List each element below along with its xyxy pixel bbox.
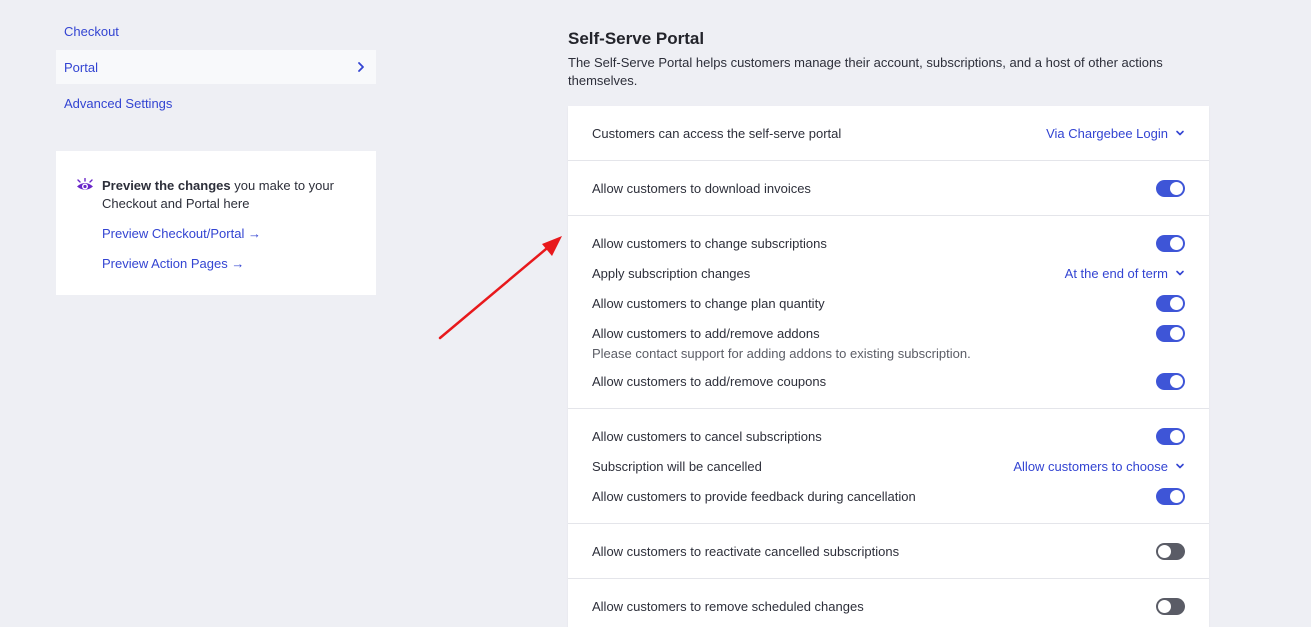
access-dropdown[interactable]: Via Chargebee Login <box>1046 126 1185 141</box>
apply-changes-dropdown[interactable]: At the end of term <box>1065 266 1185 281</box>
cancel-when-label: Subscription will be cancelled <box>592 458 762 474</box>
invoices-section: Allow customers to download invoices <box>568 161 1209 216</box>
toggle-knob <box>1170 489 1183 503</box>
toggle-knob <box>1170 374 1183 388</box>
page-description: The Self-Serve Portal helps customers ma… <box>568 55 1163 88</box>
cancel-when-dropdown[interactable]: Allow customers to choose <box>1013 459 1185 474</box>
eye-icon <box>77 178 93 190</box>
preview-checkout-portal-link[interactable]: Preview Checkout/Portal → <box>102 225 356 243</box>
toggle-knob <box>1170 236 1183 250</box>
access-section: Customers can access the self-serve port… <box>568 106 1209 161</box>
plan-quantity-toggle[interactable] <box>1156 294 1185 312</box>
toggle-knob <box>1158 544 1171 558</box>
nav-item-label: Portal <box>64 59 98 75</box>
annotation-arrow <box>438 236 562 340</box>
nav-item-checkout[interactable]: Checkout <box>56 14 376 48</box>
download-invoices-toggle[interactable] <box>1156 179 1185 197</box>
scheduled-changes-section: Allow customers to remove scheduled chan… <box>568 579 1209 627</box>
access-value: Via Chargebee Login <box>1046 125 1168 141</box>
toggle-knob <box>1170 429 1183 443</box>
toggle-knob <box>1170 326 1183 340</box>
chevron-right-icon <box>358 62 364 72</box>
change-subscriptions-toggle[interactable] <box>1156 234 1185 252</box>
cancel-when-value: Allow customers to choose <box>1013 458 1168 474</box>
nav-item-label: Advanced Settings <box>64 95 173 111</box>
addons-note: Please contact support for adding addons… <box>592 346 971 361</box>
portal-settings-card: Customers can access the self-serve port… <box>568 106 1209 627</box>
download-invoices-label: Allow customers to download invoices <box>592 180 811 196</box>
preview-card: Preview the changes you make to your Che… <box>56 151 376 295</box>
chevron-down-icon <box>1176 463 1184 469</box>
cancel-subscriptions-toggle[interactable] <box>1156 427 1185 445</box>
coupons-toggle[interactable] <box>1156 372 1185 390</box>
page-title: Self-Serve Portal <box>568 29 705 48</box>
preview-description: Preview the changes you make to your Che… <box>102 177 356 213</box>
toggle-knob <box>1170 181 1183 195</box>
cancel-feedback-toggle[interactable] <box>1156 487 1185 505</box>
plan-quantity-label: Allow customers to change plan quantity <box>592 295 825 311</box>
change-subscriptions-label: Allow customers to change subscriptions <box>592 235 827 251</box>
reactivate-section: Allow customers to reactivate cancelled … <box>568 524 1209 579</box>
toggle-knob <box>1170 296 1183 310</box>
apply-changes-label: Apply subscription changes <box>592 265 751 281</box>
remove-scheduled-toggle[interactable] <box>1156 597 1185 615</box>
access-label: Customers can access the self-serve port… <box>592 125 842 141</box>
chevron-down-icon <box>1176 130 1184 136</box>
addons-toggle[interactable] <box>1156 324 1185 342</box>
cancellation-section: Allow customers to cancel subscriptions … <box>568 409 1209 524</box>
chevron-down-icon <box>1176 270 1184 276</box>
preview-action-pages-link[interactable]: Preview Action Pages → <box>102 255 356 273</box>
page-header: Self-Serve Portal The Self-Serve Portal … <box>568 28 1209 90</box>
apply-changes-value: At the end of term <box>1064 265 1168 281</box>
nav-item-label: Checkout <box>64 23 119 39</box>
reactivate-label: Allow customers to reactivate cancelled … <box>592 543 900 559</box>
addons-label: Allow customers to add/remove addons <box>592 325 820 341</box>
remove-scheduled-label: Allow customers to remove scheduled chan… <box>592 598 864 614</box>
nav-item-advanced-settings[interactable]: Advanced Settings <box>56 86 376 120</box>
reactivate-toggle[interactable] <box>1156 542 1185 560</box>
toggle-knob <box>1158 599 1171 613</box>
cancel-subscriptions-label: Allow customers to cancel subscriptions <box>592 428 822 444</box>
cancel-feedback-label: Allow customers to provide feedback duri… <box>592 488 916 504</box>
subscription-changes-section: Allow customers to change subscriptions … <box>568 216 1209 409</box>
preview-heading: Preview the changes <box>102 178 231 193</box>
nav-item-portal[interactable]: Portal <box>56 50 376 84</box>
settings-nav: Checkout Portal Advanced Settings <box>56 14 376 122</box>
coupons-label: Allow customers to add/remove coupons <box>592 373 827 389</box>
